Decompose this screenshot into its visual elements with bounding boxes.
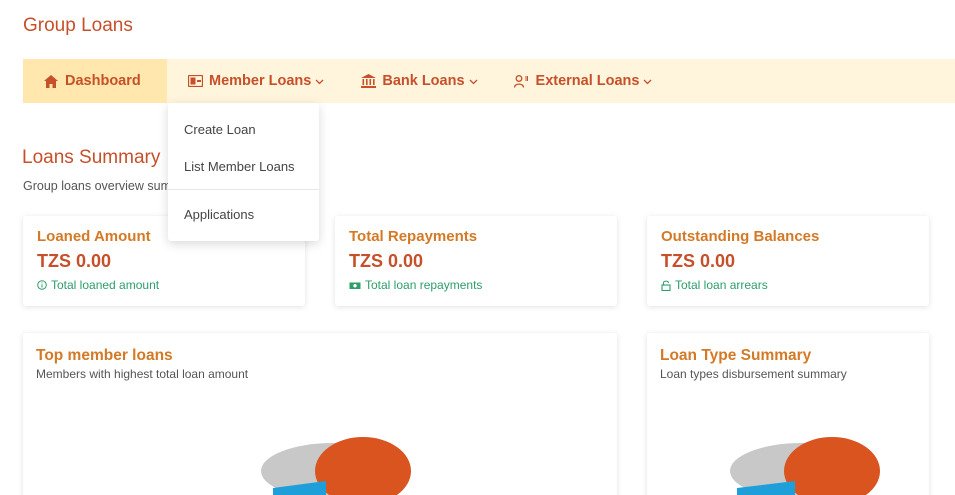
stat-value: TZS 0.00 (37, 251, 112, 271)
stat-title: Outstanding Balances (661, 228, 820, 245)
chart-subtitle: Members with highest total loan amount (36, 367, 249, 381)
nav-bank-loans[interactable]: Bank Loans (360, 59, 477, 103)
app-title: Group Loans (23, 15, 133, 36)
stat-title: Total Repayments (349, 228, 478, 245)
stat-card-outstanding-balances: Outstanding Balances TZS 0.00 Total loan… (647, 216, 929, 306)
dropdown-item-list-member-loans[interactable]: List Member Loans (168, 148, 319, 185)
nav-external-loans[interactable]: External Loans (514, 59, 653, 103)
dropdown-item-create-loan[interactable]: Create Loan (168, 111, 319, 148)
nav-member-loans-label: Member Loans (209, 73, 312, 89)
wallet-icon (187, 75, 203, 87)
chevron-down-icon (643, 77, 652, 88)
dropdown-item-applications[interactable]: Applications (168, 196, 319, 233)
nav-bank-loans-label: Bank Loans (382, 73, 465, 89)
money-icon (349, 281, 361, 290)
stat-note: Total loan repayments (349, 278, 603, 292)
pie-chart-loan-type-summary (730, 437, 880, 495)
user-exchange-icon (514, 74, 530, 88)
nav-dashboard-label: Dashboard (65, 73, 141, 89)
chart-card-top-member-loans: Top member loans Members with highest to… (23, 333, 617, 495)
stat-note-text: Total loaned amount (51, 278, 160, 292)
stat-card-total-repayments: Total Repayments TZS 0.00 Total loan rep… (335, 216, 617, 306)
info-circle-icon (37, 280, 47, 290)
chart-title: Loan Type Summary (660, 347, 812, 364)
chart-title: Top member loans (36, 347, 173, 364)
member-loans-dropdown: Create Loan List Member Loans Applicatio… (168, 103, 319, 241)
dropdown-divider (168, 189, 319, 190)
stat-value: TZS 0.00 (349, 251, 424, 271)
main-navbar: Dashboard Member Loans Bank Loans Extern… (23, 59, 955, 103)
stat-note-text: Total loan repayments (365, 278, 483, 292)
stat-note: Total loaned amount (37, 278, 291, 292)
stat-note-text: Total loan arrears (675, 278, 768, 292)
pie-chart-top-member-loans (261, 437, 411, 495)
lock-icon (661, 280, 671, 291)
chevron-down-icon (469, 77, 478, 88)
chevron-down-icon (315, 77, 324, 88)
nav-dashboard[interactable]: Dashboard (23, 59, 167, 103)
nav-external-loans-label: External Loans (535, 73, 640, 89)
bank-icon (360, 74, 376, 88)
nav-member-loans[interactable]: Member Loans (187, 59, 324, 103)
chart-subtitle: Loan types disbursement summary (660, 367, 847, 381)
home-icon (43, 74, 59, 88)
section-title: Loans Summary (22, 147, 161, 168)
stat-value: TZS 0.00 (661, 251, 736, 271)
stat-note: Total loan arrears (661, 278, 915, 292)
chart-card-loan-type-summary: Loan Type Summary Loan types disbursemen… (647, 333, 929, 495)
